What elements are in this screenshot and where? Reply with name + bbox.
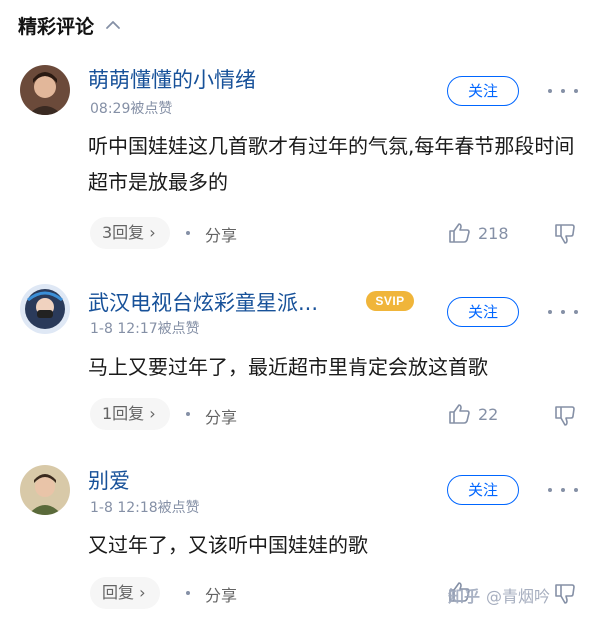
chevron-right-icon: › xyxy=(144,404,156,423)
separator-dot xyxy=(186,591,190,595)
comment-meta: 1-8 12:17被点赞 xyxy=(90,321,200,337)
share-button[interactable]: 分享 xyxy=(205,582,237,606)
avatar[interactable] xyxy=(20,465,70,515)
watermark: 知乎 @青烟吟 xyxy=(448,582,550,608)
reply-button[interactable]: 回复 › xyxy=(90,577,160,609)
separator-dot xyxy=(186,231,190,235)
section-header[interactable]: 精彩评论 xyxy=(18,10,122,40)
like-count: 22 xyxy=(478,405,499,424)
follow-button[interactable]: 关注 xyxy=(447,475,519,505)
reply-label: 1回复 xyxy=(102,404,145,423)
thumbs-down-icon[interactable] xyxy=(552,222,578,246)
share-button[interactable]: 分享 xyxy=(205,404,237,428)
like-count: 218 xyxy=(478,224,509,243)
follow-button[interactable]: 关注 xyxy=(447,297,519,327)
username[interactable]: 武汉电视台炫彩童星派... xyxy=(88,287,318,317)
thumbs-down-icon[interactable] xyxy=(552,404,578,428)
avatar[interactable] xyxy=(20,284,70,334)
separator-dot xyxy=(186,412,190,416)
more-options-icon[interactable] xyxy=(548,485,578,495)
chevron-up-icon[interactable] xyxy=(104,16,122,34)
svip-badge: SVIP xyxy=(366,291,414,311)
share-button[interactable]: 分享 xyxy=(205,222,237,246)
thumbs-down-icon[interactable] xyxy=(552,582,578,606)
more-options-icon[interactable] xyxy=(548,86,578,96)
thumbs-up-icon[interactable] xyxy=(448,221,472,245)
comment-text: 听中国娃娃这几首歌才有过年的气氛,每年春节那段时间超市是放最多的 xyxy=(88,134,575,194)
comment-text: 又过年了，又该听中国娃娃的歌 xyxy=(88,533,368,557)
reply-label: 3回复 xyxy=(102,223,145,242)
username[interactable]: 别爱 xyxy=(88,465,130,495)
more-options-icon[interactable] xyxy=(548,307,578,317)
chevron-right-icon: › xyxy=(144,223,156,242)
follow-button[interactable]: 关注 xyxy=(447,76,519,106)
zhihu-logo: 知乎 xyxy=(448,587,481,606)
avatar[interactable] xyxy=(20,65,70,115)
comment-text: 马上又要过年了，最近超市里肯定会放这首歌 xyxy=(88,355,488,379)
thumbs-up-icon[interactable] xyxy=(448,402,472,426)
reply-button[interactable]: 1回复 › xyxy=(90,398,170,430)
reply-label: 回复 xyxy=(102,583,135,602)
chevron-right-icon: › xyxy=(134,583,146,602)
section-title: 精彩评论 xyxy=(18,15,95,38)
username[interactable]: 萌萌懂懂的小情绪 xyxy=(88,64,256,94)
reply-button[interactable]: 3回复 › xyxy=(90,217,170,249)
watermark-author: @青烟吟 xyxy=(486,587,551,606)
comment-meta: 1-8 12:18被点赞 xyxy=(90,500,200,516)
comment-meta: 08:29被点赞 xyxy=(90,101,173,117)
